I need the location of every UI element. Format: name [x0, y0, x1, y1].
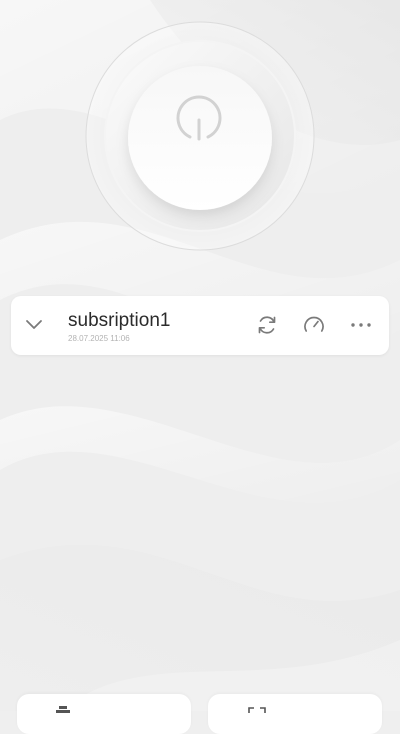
refresh-icon — [258, 316, 276, 334]
speedometer-icon — [304, 316, 324, 332]
refresh-button[interactable] — [255, 313, 279, 337]
subscription-updated: 28.07.2025 11:06 — [68, 334, 130, 343]
list-icon — [56, 706, 70, 713]
power-icon — [176, 95, 222, 141]
chevron-down-icon — [26, 320, 42, 329]
bottom-right-button[interactable] — [208, 694, 382, 734]
scan-frame-icon — [248, 707, 266, 713]
subscription-name: subsription1 — [68, 310, 171, 331]
more-options-button[interactable] — [349, 313, 373, 337]
power-button[interactable] — [127, 73, 271, 207]
subscription-card[interactable]: subsription1 28.07.2025 11:06 — [11, 296, 389, 355]
more-horizontal-icon — [351, 323, 371, 327]
speed-test-button[interactable] — [302, 313, 326, 337]
bottom-left-button[interactable] — [17, 694, 191, 734]
expand-button[interactable] — [23, 313, 45, 335]
